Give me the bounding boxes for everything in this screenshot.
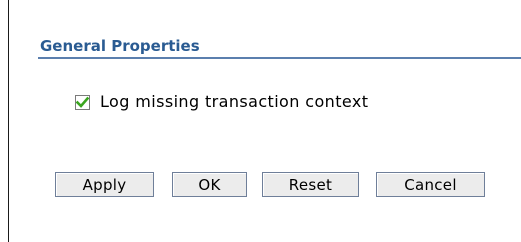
log-missing-context-checkbox[interactable] <box>75 94 90 110</box>
section-title: General Properties <box>38 36 521 59</box>
log-missing-context-option[interactable]: Log missing transaction context <box>75 91 368 113</box>
checkmark-icon <box>76 96 89 108</box>
cancel-button[interactable]: Cancel <box>376 172 485 197</box>
ok-button[interactable]: OK <box>172 172 247 197</box>
apply-button[interactable]: Apply <box>55 172 154 197</box>
general-properties-section: General Properties <box>38 36 521 59</box>
button-bar: Apply OK Reset Cancel <box>55 172 485 197</box>
reset-button[interactable]: Reset <box>262 172 359 197</box>
log-missing-context-label: Log missing transaction context <box>100 92 369 111</box>
